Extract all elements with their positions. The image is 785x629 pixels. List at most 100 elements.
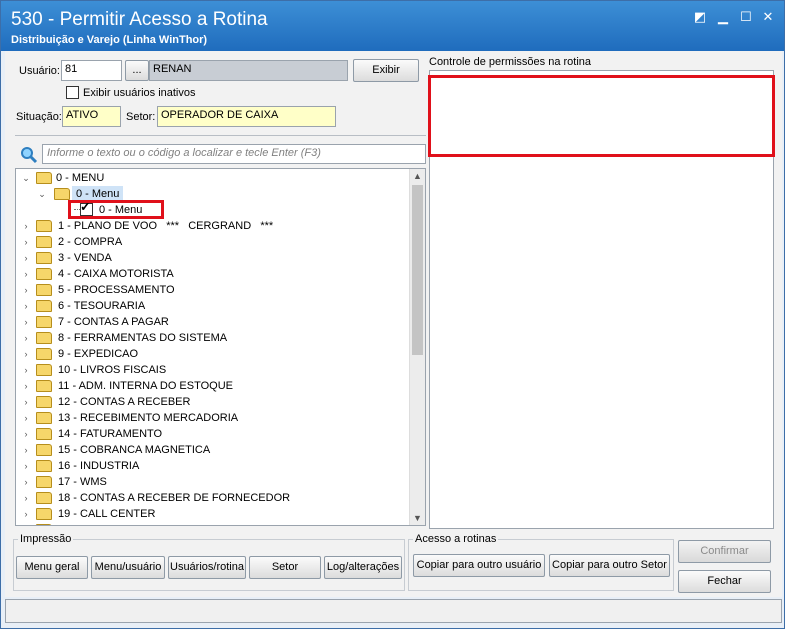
menu-usuario-button[interactable]: Menu/usuário [91, 556, 165, 579]
copy-user-button[interactable]: Copiar para outro usuário [413, 554, 545, 577]
tree-node-label: 12 - CONTAS A RECEBER [58, 396, 191, 408]
menu-geral-button[interactable]: Menu geral [16, 556, 88, 579]
folder-icon [36, 348, 52, 360]
copy-setor-button[interactable]: Copiar para outro Setor [549, 554, 670, 577]
tree-node-item[interactable]: › 10 - LIVROS FISCAIS [16, 362, 406, 378]
folder-icon [36, 252, 52, 264]
usuario-name-field: RENAN [149, 60, 348, 81]
chevron-right-icon[interactable]: › [21, 378, 31, 394]
tree-node-item[interactable]: › 1 - PLANO DE VOO *** CERGRAND *** [16, 218, 406, 234]
usuarios-rotina-button[interactable]: Usuários/rotina [168, 556, 246, 579]
tree-node-item[interactable]: › 6 - TESOURARIA [16, 298, 406, 314]
chevron-right-icon[interactable]: › [21, 474, 31, 490]
usuario-label: Usuário: [19, 65, 60, 77]
tree-node-item[interactable]: › 11 - ADM. INTERNA DO ESTOQUE [16, 378, 406, 394]
highlight-box [428, 75, 775, 157]
folder-icon [36, 300, 52, 312]
tree-node-item[interactable]: › 15 - COBRANCA MAGNETICA [16, 442, 406, 458]
chevron-down-icon[interactable]: ⌄ [21, 170, 31, 186]
folder-icon [36, 380, 52, 392]
tree-scrollbar[interactable]: ▲ ▼ [409, 169, 425, 525]
usuario-code-field[interactable]: 81 [61, 60, 122, 81]
folder-icon [36, 220, 52, 232]
tree-node-item[interactable]: › 14 - FATURAMENTO [16, 426, 406, 442]
chevron-right-icon[interactable]: › [21, 218, 31, 234]
tree-node-label: 6 - TESOURARIA [58, 300, 146, 312]
chevron-right-icon[interactable]: › [21, 522, 31, 525]
tree-node-item[interactable]: › 19 - CALL CENTER [16, 506, 406, 522]
chevron-right-icon[interactable]: › [21, 234, 31, 250]
exibir-inativos-checkbox[interactable] [66, 86, 79, 99]
situacao-label: Situação: [16, 111, 62, 123]
permissions-title: Controle de permissões na rotina [429, 56, 592, 68]
chevron-right-icon[interactable]: › [21, 362, 31, 378]
confirmar-button[interactable]: Confirmar [678, 540, 771, 563]
tree-node-label: 15 - COBRANCA MAGNETICA [58, 444, 211, 456]
chevron-right-icon[interactable]: › [21, 298, 31, 314]
tree-node-item[interactable]: › 20 - AUTO SERVICO [16, 522, 406, 525]
chevron-right-icon[interactable]: › [21, 330, 31, 346]
tree-node-item[interactable]: › 3 - VENDA [16, 250, 406, 266]
menu-tree[interactable]: ⌄ 0 - MENU ⌄ 0 - Menu ✓ 0 - Menu › 1 - PL… [15, 168, 426, 526]
tree-node-item[interactable]: › 8 - FERRAMENTAS DO SISTEMA [16, 330, 406, 346]
folder-icon [36, 460, 52, 472]
tree-node-label: 10 - LIVROS FISCAIS [58, 364, 167, 376]
setor-button[interactable]: Setor [249, 556, 321, 579]
scrollbar-thumb[interactable] [412, 185, 423, 355]
scroll-down-icon[interactable]: ▼ [413, 513, 422, 523]
chevron-right-icon[interactable]: › [21, 458, 31, 474]
chevron-right-icon[interactable]: › [21, 346, 31, 362]
search-input[interactable]: Informe o texto ou o código a localizar … [42, 144, 426, 164]
exibir-button[interactable]: Exibir [353, 59, 419, 82]
chevron-right-icon[interactable]: › [21, 250, 31, 266]
tree-node-label: 3 - VENDA [58, 252, 112, 264]
tree-node-item[interactable]: › 7 - CONTAS A PAGAR [16, 314, 406, 330]
tree-node-item[interactable]: › 13 - RECEBIMENTO MERCADORIA [16, 410, 406, 426]
tree-node-item[interactable]: › 18 - CONTAS A RECEBER DE FORNECEDOR [16, 490, 406, 506]
tree-node-item[interactable]: › 2 - COMPRA [16, 234, 406, 250]
tree-node-label: 20 - AUTO SERVICO [58, 522, 162, 525]
chevron-right-icon[interactable]: › [21, 410, 31, 426]
divider [15, 135, 426, 136]
chevron-right-icon[interactable]: › [21, 506, 31, 522]
folder-icon [36, 364, 52, 376]
fechar-button[interactable]: Fechar [678, 570, 771, 593]
chevron-right-icon[interactable]: › [21, 314, 31, 330]
tree-node-label: 9 - EXPEDICAO [58, 348, 139, 360]
chevron-right-icon[interactable]: › [21, 266, 31, 282]
tree-node-label: 14 - FATURAMENTO [58, 428, 163, 440]
tree-node-item[interactable]: › 4 - CAIXA MOTORISTA [16, 266, 406, 282]
exibir-inativos-label: Exibir usuários inativos [83, 87, 196, 99]
chevron-right-icon[interactable]: › [21, 282, 31, 298]
folder-icon [36, 268, 52, 280]
chevron-right-icon[interactable]: › [21, 490, 31, 506]
tree-node-label: 5 - PROCESSAMENTO [58, 284, 175, 296]
tree-node-root[interactable]: ⌄ 0 - MENU [16, 170, 406, 186]
tree-node-item[interactable]: › 9 - EXPEDICAO [16, 346, 406, 362]
impressao-title: Impressão [18, 533, 74, 545]
tree-node-item[interactable]: › 17 - WMS [16, 474, 406, 490]
close-icon[interactable]: ✕ [759, 9, 777, 25]
scroll-up-icon[interactable]: ▲ [413, 171, 422, 181]
folder-icon [36, 492, 52, 504]
window-subtitle: Distribuição e Varejo (Linha WinThor) [11, 34, 208, 46]
usuario-lookup-button[interactable]: ... [125, 60, 149, 81]
chevron-right-icon[interactable]: › [21, 426, 31, 442]
maximize-icon[interactable]: ☐ [737, 9, 755, 25]
chevron-down-icon[interactable]: ⌄ [37, 186, 47, 202]
tree-node-item[interactable]: › 16 - INDUSTRIA [16, 458, 406, 474]
folder-icon [36, 172, 52, 184]
log-alteracoes-button[interactable]: Log/alterações [324, 556, 402, 579]
folder-icon [36, 476, 52, 488]
tree-node-label: 2 - COMPRA [58, 236, 123, 248]
tree-node-item[interactable]: › 5 - PROCESSAMENTO [16, 282, 406, 298]
tree-node-item[interactable]: › 12 - CONTAS A RECEBER [16, 394, 406, 410]
folder-icon [36, 396, 52, 408]
chevron-right-icon[interactable]: › [21, 442, 31, 458]
title-bar: 530 - Permitir Acesso a Rotina Distribui… [1, 1, 784, 51]
minimize-icon[interactable]: ▁ [714, 9, 732, 25]
folder-icon [36, 332, 52, 344]
chevron-right-icon[interactable]: › [21, 394, 31, 410]
restore-icon[interactable]: ◩ [691, 9, 709, 25]
situacao-field: ATIVO [62, 106, 121, 127]
